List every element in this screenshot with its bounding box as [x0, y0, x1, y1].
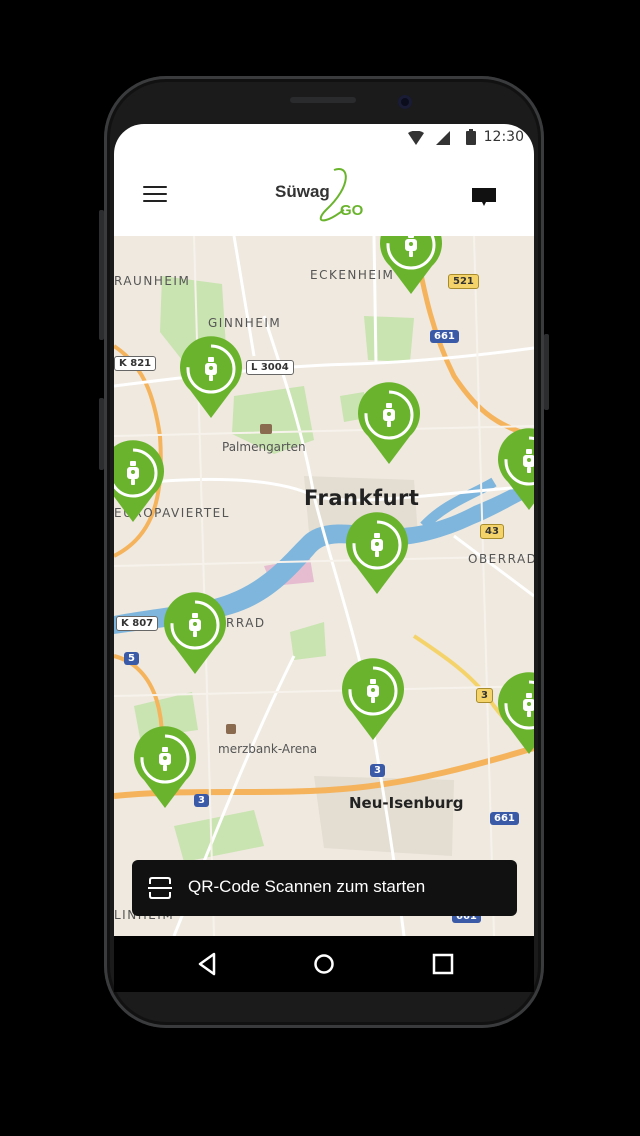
road-badge-661-north: 661 [430, 330, 459, 343]
road-badge-3-east: 3 [476, 688, 493, 703]
logo-suffix: GO [340, 202, 364, 219]
map-label-ginnheim: GINNHEIM [208, 316, 282, 330]
phone-power-button [544, 334, 549, 410]
phone-speaker [290, 97, 356, 103]
scooter-pin[interactable] [356, 382, 422, 466]
road-badge-k821: K 821 [114, 356, 157, 371]
scooter-pin[interactable] [178, 336, 244, 420]
scooter-pin[interactable] [162, 592, 228, 676]
wifi-icon [408, 131, 424, 145]
scooter-pin[interactable] [114, 440, 166, 524]
road-badge-l3004: L 3004 [246, 360, 294, 375]
scooter-pin[interactable] [378, 236, 444, 296]
signal-icon [436, 131, 450, 145]
recents-icon[interactable] [428, 950, 458, 978]
scooter-pin[interactable] [496, 672, 534, 756]
app-screen: 12:30 Süwag GO RAUNHEIM ECKENHEIM GINNHE… [114, 124, 534, 936]
road-badge-k807: K 807 [116, 616, 159, 631]
message-icon[interactable] [472, 188, 496, 208]
app-logo: Süwag GO [274, 166, 374, 226]
map-label-oberrad: OBERRAD [468, 552, 534, 566]
road-badge-3-center: 3 [370, 764, 385, 777]
status-bar: 12:30 [114, 124, 534, 154]
map-background [114, 236, 534, 936]
app-header: Süwag GO [114, 154, 534, 236]
map-label-rrad: RRAD [226, 616, 266, 630]
qr-scan-label: QR-Code Scannen zum starten [188, 877, 426, 896]
logo-text: Süwag [275, 182, 330, 201]
front-camera [398, 95, 412, 109]
scooter-pin[interactable] [496, 428, 534, 512]
scooter-pin[interactable] [340, 658, 406, 742]
map-label-palmengarten: Palmengarten [222, 440, 306, 454]
qr-scan-button[interactable]: QR-Code Scannen zum starten [132, 860, 517, 916]
status-time: 12:30 [483, 129, 524, 145]
palmengarten-poi-icon [260, 424, 272, 434]
map-label-arena: merzbank-Arena [218, 742, 318, 756]
map-view[interactable]: RAUNHEIM ECKENHEIM GINNHEIM Palmengarten… [114, 236, 534, 936]
arena-poi-icon [226, 724, 236, 734]
scooter-pin[interactable] [344, 512, 410, 596]
road-badge-5: 5 [124, 652, 139, 665]
home-icon[interactable] [309, 950, 339, 978]
system-nav-bar [114, 936, 534, 992]
road-badge-661-south: 661 [490, 812, 519, 825]
phone-volume-button [99, 210, 104, 340]
scooter-pin[interactable] [132, 726, 198, 810]
battery-icon [466, 129, 476, 145]
road-badge-43: 43 [480, 524, 504, 539]
back-icon[interactable] [192, 950, 222, 978]
hamburger-menu-icon[interactable] [143, 186, 167, 204]
phone-bixby-button [99, 398, 104, 470]
map-label-neu-isenburg: Neu-Isenburg [349, 794, 464, 812]
map-label-frankfurt: Frankfurt [304, 486, 420, 510]
qr-scan-icon [148, 877, 172, 899]
map-label-raunheim: RAUNHEIM [114, 274, 191, 288]
road-badge-521: 521 [448, 274, 479, 289]
